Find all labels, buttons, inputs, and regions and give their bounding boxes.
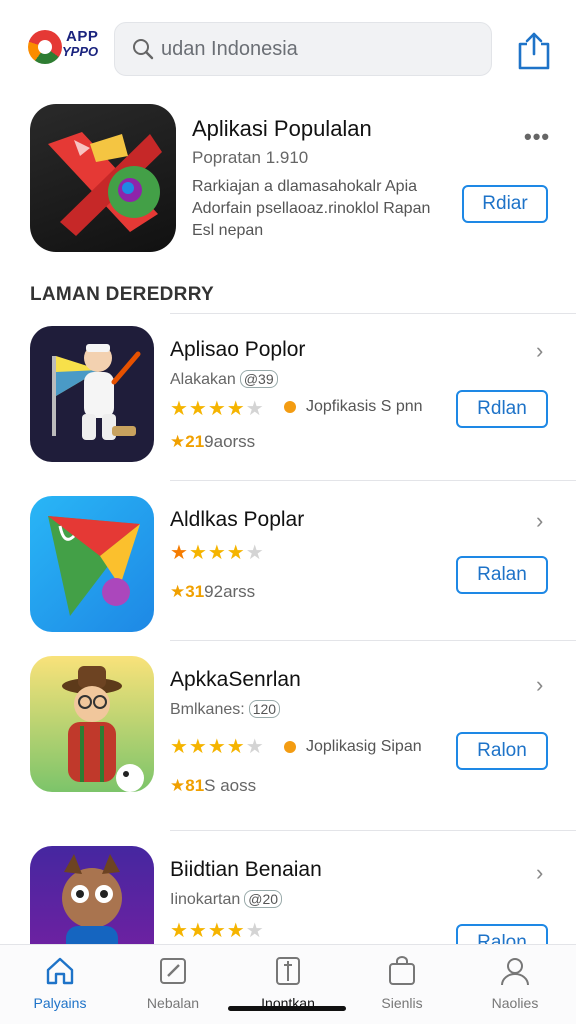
nav-label: Palyains xyxy=(33,995,87,1011)
nav-label: Nebalan xyxy=(146,995,200,1011)
header: APP YPPO udan Indonesia xyxy=(0,0,576,96)
nav-item-edit[interactable]: Nebalan xyxy=(123,955,223,1021)
map-icon xyxy=(276,957,300,985)
nav-item-profile[interactable]: Naolies xyxy=(465,955,565,1021)
rating-count: ★219aorss xyxy=(170,432,255,452)
list-item[interactable]: Aplisao Poplor Alakakan @39 ★★★★★ Jopfika… xyxy=(0,326,576,486)
age-badge: @39 xyxy=(239,370,278,388)
home-icon xyxy=(46,957,74,985)
app-title: Biidtian Benaian xyxy=(170,858,322,881)
edit-icon xyxy=(160,958,186,984)
chevron-right-icon[interactable]: › xyxy=(536,338,543,364)
bag-icon xyxy=(389,956,415,985)
nav-label: Sienlis xyxy=(381,995,423,1011)
app-tag: Jopfikasis S pnn xyxy=(284,398,423,416)
featured-get-button[interactable]: Rdiar xyxy=(462,185,548,223)
nav-item-home[interactable]: Palyains xyxy=(10,955,110,1021)
app-title: Aldlkas Poplar xyxy=(170,508,305,531)
section-title: LAMAN DEREDRRY xyxy=(30,284,214,305)
app-logo[interactable]: APP YPPO xyxy=(28,24,108,72)
app-title: Aplisao Poplor xyxy=(170,338,306,361)
featured-app-icon[interactable] xyxy=(30,104,176,252)
nav-item-map[interactable]: Inontkan xyxy=(238,955,338,1021)
home-indicator xyxy=(228,1006,346,1011)
divider xyxy=(170,480,576,481)
rating-count-label: S aoss xyxy=(204,776,257,795)
tag-dot-icon xyxy=(284,741,296,753)
rating-count-label: 92arss xyxy=(204,582,256,601)
logo-line1: APP xyxy=(66,28,99,45)
divider xyxy=(170,640,576,641)
rating-count-label: 9aorss xyxy=(204,432,256,451)
star-rating: ★★★★★ xyxy=(170,736,265,758)
featured-title: Aplikasi Populalan xyxy=(192,116,372,141)
nav-item-store[interactable]: Sienlis xyxy=(352,955,452,1021)
app-developer: Iinokartan xyxy=(170,891,241,908)
app-icon[interactable] xyxy=(30,326,154,462)
star-rating: ★★★★★ xyxy=(170,398,265,420)
character-icon xyxy=(62,854,122,944)
bottom-nav: Palyains Nebalan Inontkan Sienlis Naolie… xyxy=(0,944,576,1024)
share-icon[interactable] xyxy=(516,30,552,70)
logo-line2: YPPO xyxy=(62,44,99,59)
get-button[interactable]: Ralon xyxy=(456,924,548,944)
tag-dot-icon xyxy=(284,401,296,413)
search-input[interactable]: udan Indonesia xyxy=(161,38,298,61)
get-button[interactable]: Ralan xyxy=(456,556,548,594)
rating-count-value: ★81 xyxy=(170,776,205,795)
character-icon xyxy=(52,344,141,440)
age-badge: 120 xyxy=(248,700,281,718)
age-badge: @20 xyxy=(244,890,283,908)
tag-label: Jopfikasis S pnn xyxy=(306,398,423,415)
app-tag: Joplikasig Sipan xyxy=(284,738,422,756)
rating-count: ★3192arss xyxy=(170,582,255,602)
divider xyxy=(170,313,576,314)
chevron-right-icon[interactable]: › xyxy=(536,508,543,534)
rating-count-value: ★21 xyxy=(170,432,205,451)
star-rating: ★★★★★ xyxy=(170,542,265,564)
featured-subtitle: Popratan 1.910 xyxy=(192,148,309,167)
list-item[interactable]: ApkkaSenrlan Bmlkanes: 120 ★★★★★ Joplikas… xyxy=(0,656,576,816)
get-button[interactable]: Ralon xyxy=(456,732,548,770)
chevron-right-icon[interactable]: › xyxy=(536,672,543,698)
logo-mark-icon xyxy=(28,30,62,64)
rating-count: ★81S aoss xyxy=(170,776,256,796)
app-icon[interactable] xyxy=(30,656,154,792)
app-developer: Bmlkanes: xyxy=(170,701,245,718)
app-icon[interactable] xyxy=(30,496,154,632)
app-subtitle: Iinokartan @20 xyxy=(170,890,283,909)
app-subtitle: Alakakan @39 xyxy=(170,370,278,389)
chevron-right-icon[interactable]: › xyxy=(536,860,543,886)
list-item[interactable]: Biidtian Benaian Iinokartan @20 ★★★★★ › R… xyxy=(0,846,576,944)
app-title: ApkkaSenrlan xyxy=(170,668,301,691)
get-button[interactable]: Rdlan xyxy=(456,390,548,428)
search-icon xyxy=(133,39,154,60)
featured-description: Rarkiajan a dlamasahokalr Apia Adorfain … xyxy=(192,178,431,239)
tag-label: Joplikasig Sipan xyxy=(306,738,422,755)
rating-count-value: ★31 xyxy=(170,582,205,601)
app-icon[interactable] xyxy=(30,846,154,944)
featured-graphic-icon xyxy=(48,132,162,236)
profile-icon xyxy=(501,958,529,986)
nav-label: Naolies xyxy=(491,995,539,1011)
featured-app[interactable]: Aplikasi Populalan Popratan 1.910 Rarkia… xyxy=(0,96,576,266)
list-item[interactable]: Aldlkas Poplar ★★★★★ ★3192arss › Ralan xyxy=(0,496,576,656)
character-icon xyxy=(62,666,144,792)
search-bar[interactable]: udan Indonesia xyxy=(114,22,492,76)
app-graphic-icon xyxy=(48,516,140,616)
divider xyxy=(170,830,576,831)
more-options-icon[interactable]: ••• xyxy=(524,124,550,150)
app-developer: Alakakan xyxy=(170,371,236,388)
star-rating: ★★★★★ xyxy=(170,920,265,942)
app-subtitle: Bmlkanes: 120 xyxy=(170,700,281,719)
